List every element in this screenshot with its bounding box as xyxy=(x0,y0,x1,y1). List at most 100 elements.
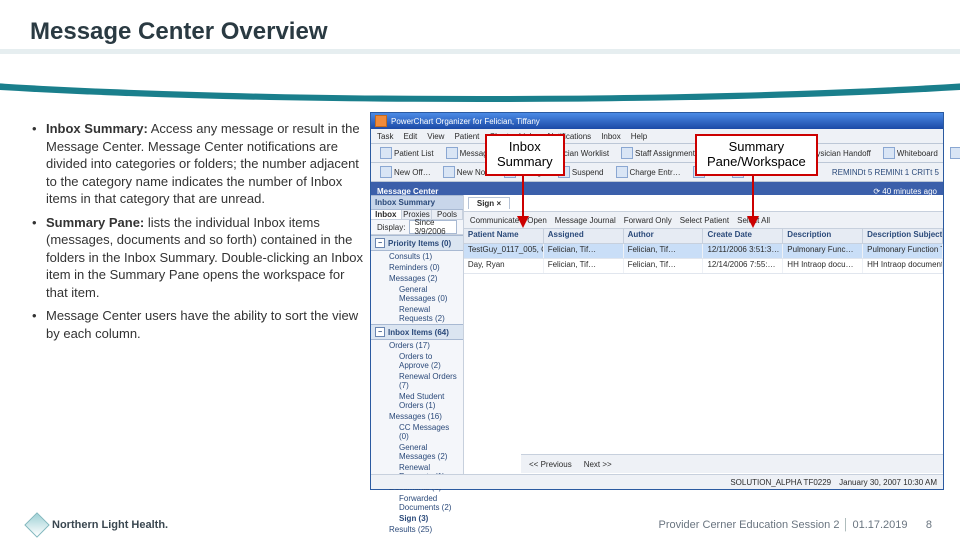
display-date-field[interactable]: Since 3/9/2006 xyxy=(409,220,456,234)
toolbar-button[interactable]: Scheduling xyxy=(945,145,960,161)
col-author[interactable]: Author xyxy=(624,229,704,243)
toolbar-label: New Off… xyxy=(394,168,431,177)
workspace-tabs: Sign × xyxy=(464,195,943,212)
cell: Felician, Tif… xyxy=(544,244,624,258)
action-forward[interactable]: Forward Only xyxy=(624,216,672,225)
sidebar-subitem[interactable]: General Messages (0) xyxy=(371,284,463,304)
grid-header: Patient Name Assigned Author Create Date… xyxy=(464,229,943,244)
cell: HH Intraop docu… xyxy=(783,259,863,273)
close-icon[interactable]: × xyxy=(496,199,501,208)
col-patient[interactable]: Patient Name xyxy=(464,229,544,243)
col-date[interactable]: Create Date xyxy=(703,229,783,243)
menu-item[interactable]: Edit xyxy=(403,132,417,141)
inbox-group-header[interactable]: −Inbox Items (64) xyxy=(371,324,463,340)
inbox-summary-panel: Inbox Summary Inbox Proxies Pools Displa… xyxy=(371,195,464,489)
sidebar-subitem[interactable]: Med Student Orders (1) xyxy=(371,391,463,411)
cell: 12/14/2006 7:55:… xyxy=(703,259,783,273)
tab-label: Sign xyxy=(477,199,494,208)
note-icon xyxy=(443,166,455,178)
mail-icon xyxy=(446,147,458,159)
sidebar-subitem[interactable]: Renewal Orders (7) xyxy=(371,371,463,391)
cell: TestGuy_0117_005, C… xyxy=(464,244,544,258)
menu-item[interactable]: Task xyxy=(377,132,393,141)
mc-content: Inbox Summary Inbox Proxies Pools Displa… xyxy=(371,195,943,489)
menu-bar[interactable]: Task Edit View Patient Chart Links Notif… xyxy=(371,129,943,144)
bullet-lead: Inbox Summary: xyxy=(46,121,148,136)
toolbar-button[interactable]: New Off… xyxy=(375,164,436,180)
cell: Day, Ryan xyxy=(464,259,544,273)
arrow-icon xyxy=(746,170,760,228)
action-select-patient[interactable]: Select Patient xyxy=(680,216,729,225)
display-label: Display: xyxy=(377,223,405,232)
action-communicate[interactable]: Communicate xyxy=(470,216,519,225)
sidebar-subitem[interactable]: Forwarded Documents (2) xyxy=(371,493,463,513)
group-label: Priority Items (0) xyxy=(388,239,451,248)
collapse-icon[interactable]: − xyxy=(375,238,385,248)
page-title: Message Center Overview xyxy=(30,18,327,46)
cell: Felician, Tif… xyxy=(624,259,704,273)
priority-group-header[interactable]: −Priority Items (0) xyxy=(371,235,463,251)
board-icon xyxy=(883,147,895,159)
group-label: Inbox Items (64) xyxy=(388,328,449,337)
footer-meta: Provider Cerner Education Session 2 │ 01… xyxy=(658,519,932,531)
nav-previous[interactable]: << Previous xyxy=(529,460,572,469)
col-subject[interactable]: Description Subject xyxy=(863,229,943,243)
action-bar: Communicate Open Message Journal Forward… xyxy=(464,212,943,229)
status-env: SOLUTION_ALPHA TF0229 xyxy=(730,478,831,487)
menu-item[interactable]: View xyxy=(427,132,444,141)
callout-summary: Summary Pane/Workspace xyxy=(695,134,818,176)
menu-item[interactable]: Help xyxy=(631,132,647,141)
toolbar-button[interactable]: Patient List xyxy=(375,145,439,161)
arrow-icon xyxy=(516,170,530,228)
collapse-icon[interactable]: − xyxy=(375,327,385,337)
nav-next[interactable]: Next >> xyxy=(584,460,612,469)
toolbar-button[interactable]: Staff Assignment xyxy=(616,145,700,161)
toolbar-label: Suspend xyxy=(572,168,604,177)
sidebar-item[interactable]: Consults (1) xyxy=(371,251,463,262)
toolbar-button[interactable]: Charge Entr… xyxy=(611,164,686,180)
toolbar-label: Patient List xyxy=(394,149,434,158)
grid-row[interactable]: Day, Ryan Felician, Tif… Felician, Tif… … xyxy=(464,259,943,274)
summary-pane: Sign × Communicate Open Message Journal … xyxy=(464,195,943,489)
toolbar-row-1: Patient List Message Center Physician Wo… xyxy=(371,144,943,163)
sidebar-title-text: Inbox Summary xyxy=(375,198,435,207)
sidebar-subitem[interactable]: CC Messages (0) xyxy=(371,422,463,442)
cell: 12/11/2006 3:51:3… xyxy=(703,244,783,258)
bullet-item: Message Center users have the ability to… xyxy=(30,307,365,342)
callout-inbox: Inbox Summary xyxy=(485,134,565,176)
bullet-text: Message Center users have the ability to… xyxy=(46,308,358,341)
grid-row[interactable]: TestGuy_0117_005, C… Felician, Tif… Feli… xyxy=(464,244,943,259)
callout-text: Summary Pane/Workspace xyxy=(707,139,806,169)
menu-item[interactable]: Patient xyxy=(454,132,479,141)
bullet-lead: Summary Pane: xyxy=(46,215,144,230)
display-filter-row: Display: Since 3/9/2006 xyxy=(371,220,463,235)
footer-date: 01.17.2019 xyxy=(852,519,907,531)
callout-text: Inbox Summary xyxy=(497,139,553,169)
newoff-icon xyxy=(380,166,392,178)
sidebar-item[interactable]: Messages (16) xyxy=(371,411,463,422)
status-time: January 30, 2007 10:30 AM xyxy=(839,478,937,487)
bullet-item: Inbox Summary: Access any message or res… xyxy=(30,120,365,208)
action-journal[interactable]: Message Journal xyxy=(555,216,616,225)
sidebar-tab-inbox[interactable]: Inbox xyxy=(371,210,402,219)
bullet-list: Inbox Summary: Access any message or res… xyxy=(30,120,365,349)
col-assigned[interactable]: Assigned xyxy=(544,229,624,243)
reminder-badge[interactable]: REMINDt 5 REMINt 1 CRITt 5 xyxy=(832,168,939,177)
sidebar-item[interactable]: Orders (17) xyxy=(371,340,463,351)
assign-icon xyxy=(621,147,633,159)
workspace-tab-sign[interactable]: Sign × xyxy=(468,197,510,209)
menu-item[interactable]: Inbox xyxy=(601,132,621,141)
toolbar-label: Staff Assignment xyxy=(635,149,695,158)
list-icon xyxy=(380,147,392,159)
bullet-item: Summary Pane: lists the individual Inbox… xyxy=(30,214,365,302)
action-open[interactable]: Open xyxy=(527,216,547,225)
sidebar-subitem[interactable]: Orders to Approve (2) xyxy=(371,351,463,371)
window-titlebar[interactable]: PowerChart Organizer for Felician, Tiffa… xyxy=(371,113,943,129)
toolbar-button[interactable]: Whiteboard xyxy=(878,145,943,161)
sidebar-item[interactable]: Reminders (0) xyxy=(371,262,463,273)
app-window: PowerChart Organizer for Felician, Tiffa… xyxy=(370,112,944,490)
col-desc[interactable]: Description xyxy=(783,229,863,243)
sidebar-subitem[interactable]: Renewal Requests (2) xyxy=(371,304,463,324)
sidebar-subitem[interactable]: General Messages (2) xyxy=(371,442,463,462)
sidebar-item[interactable]: Messages (2) xyxy=(371,273,463,284)
